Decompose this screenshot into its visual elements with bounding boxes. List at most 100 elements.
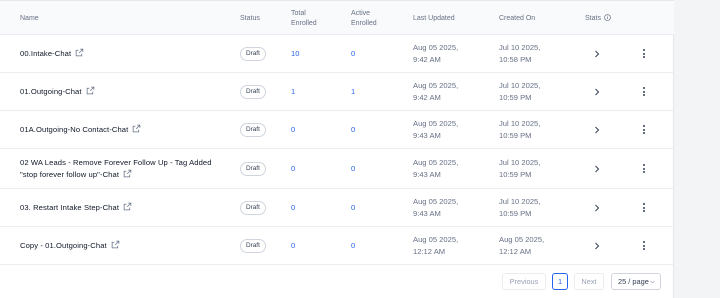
workflow-name-link[interactable]: 02 WA Leads - Remove Forever Follow Up -… — [20, 157, 212, 181]
last-updated-date: Aug 05 2025, — [413, 235, 459, 244]
active-enrolled-value[interactable]: 0 — [351, 163, 355, 175]
active-enrolled-value[interactable]: 0 — [351, 124, 355, 136]
external-link-icon[interactable] — [75, 48, 84, 57]
active-enrolled-value[interactable]: 1 — [351, 86, 355, 98]
header-status[interactable]: Status — [240, 14, 260, 24]
workflow-name-link[interactable]: Copy - 01.Outgoing-Chat — [20, 240, 120, 252]
previous-page-button[interactable]: Previous — [502, 273, 546, 290]
created-on-date: Jul 10 2025, — [499, 81, 541, 90]
workflow-name: Copy - 01.Outgoing-Chat — [20, 241, 107, 250]
last-updated-value: Aug 05 2025, 9:42 AM — [413, 42, 458, 66]
created-on-value: Jul 10 2025, 10:59 PM — [499, 196, 540, 220]
external-link-icon[interactable] — [86, 86, 95, 95]
more-vertical-icon[interactable] — [642, 203, 646, 213]
chevron-right-icon[interactable] — [594, 165, 600, 173]
total-enrolled-value[interactable]: 0 — [291, 240, 295, 252]
header-last-updated[interactable]: Last Updated — [413, 14, 455, 24]
created-on-time: 10:58 PM — [499, 55, 532, 64]
more-vertical-icon[interactable] — [642, 241, 646, 251]
next-page-button[interactable]: Next — [574, 273, 604, 290]
created-on-time: 12:12 AM — [499, 247, 532, 256]
more-vertical-icon[interactable] — [642, 49, 646, 59]
chevron-right-icon[interactable] — [594, 50, 600, 58]
last-updated-time: 9:43 AM — [413, 170, 441, 179]
last-updated-time: 12:12 AM — [413, 247, 446, 256]
header-created-on[interactable]: Created On — [499, 14, 535, 24]
workflow-name-line2: "stop forever follow up"-Chat — [20, 170, 120, 179]
active-enrolled-value[interactable]: 0 — [351, 240, 355, 252]
last-updated-date: Aug 05 2025, — [413, 43, 459, 52]
chevron-right-icon[interactable] — [594, 126, 600, 134]
active-enrolled-value[interactable]: 0 — [351, 202, 355, 214]
table-row[interactable]: 01A.Outgoing-No Contact-Chat Draft 0 0 Aug 0… — [0, 111, 674, 149]
more-vertical-icon[interactable] — [642, 164, 646, 174]
external-link-icon[interactable] — [123, 202, 132, 211]
last-updated-date: Aug 05 2025, — [413, 197, 459, 206]
created-on-value: Jul 10 2025, 10:59 PM — [499, 157, 540, 181]
created-on-time: 10:59 PM — [499, 131, 532, 140]
total-enrolled-value[interactable]: 1 — [291, 86, 295, 98]
last-updated-time: 9:42 AM — [413, 93, 441, 102]
last-updated-time: 9:43 AM — [413, 131, 441, 140]
created-on-date: Jul 10 2025, — [499, 43, 541, 52]
workflows-table-card: Name Status Total Enrolled Active Enroll… — [0, 0, 674, 298]
active-enrolled-value[interactable]: 0 — [351, 48, 355, 60]
chevron-right-icon[interactable] — [594, 204, 600, 212]
external-link-icon[interactable] — [123, 169, 132, 178]
status-badge: Draft — [240, 123, 266, 137]
header-total-enrolled-line1: Total — [291, 10, 306, 17]
workflow-name-link[interactable]: 03. Restart Intake Step-Chat — [20, 202, 132, 214]
info-icon[interactable] — [604, 14, 611, 21]
status-badge: Draft — [240, 201, 266, 215]
last-updated-date: Aug 05 2025, — [413, 81, 459, 90]
table-row[interactable]: 02 WA Leads - Remove Forever Follow Up -… — [0, 149, 674, 189]
total-enrolled-value[interactable]: 0 — [291, 202, 295, 214]
workflow-name: 01.Outgoing-Chat — [20, 87, 82, 96]
created-on-value: Jul 10 2025, 10:58 PM — [499, 42, 540, 66]
header-total-enrolled[interactable]: Total Enrolled — [291, 9, 317, 29]
table-row[interactable]: 01.Outgoing-Chat Draft 1 1 Aug 05 2025, 9:42 … — [0, 73, 674, 111]
table-row[interactable]: Copy - 01.Outgoing-Chat Draft 0 0 Aug 05 202… — [0, 227, 674, 265]
header-stats: Stats — [585, 14, 611, 24]
more-vertical-icon[interactable] — [642, 87, 646, 97]
workflow-name-link[interactable]: 00.Intake-Chat — [20, 48, 84, 60]
created-on-date: Aug 05 2025, — [499, 235, 545, 244]
workflow-name: 03. Restart Intake Step-Chat — [20, 203, 120, 212]
last-updated-date: Aug 05 2025, — [413, 158, 459, 167]
last-updated-value: Aug 05 2025, 9:42 AM — [413, 80, 458, 104]
header-name[interactable]: Name — [20, 14, 39, 24]
workflow-name: 01A.Outgoing-No Contact-Chat — [20, 125, 129, 134]
header-stats-label: Stats — [585, 15, 601, 22]
chevron-right-icon[interactable] — [594, 242, 600, 250]
status-badge: Draft — [240, 47, 266, 61]
workflow-name-link[interactable]: 01.Outgoing-Chat — [20, 86, 95, 98]
header-active-enrolled[interactable]: Active Enrolled — [351, 9, 377, 29]
last-updated-value: Aug 05 2025, 12:12 AM — [413, 234, 458, 258]
table-row[interactable]: 00.Intake-Chat Draft 10 0 Aug 05 2025, 9:42 A… — [0, 35, 674, 73]
chevron-down-icon — [650, 280, 655, 284]
created-on-date: Jul 10 2025, — [499, 119, 541, 128]
more-vertical-icon[interactable] — [642, 125, 646, 135]
status-badge: Draft — [240, 239, 266, 253]
created-on-value: Jul 10 2025, 10:59 PM — [499, 80, 540, 104]
external-link-icon[interactable] — [111, 240, 120, 249]
last-updated-value: Aug 05 2025, 9:43 AM — [413, 157, 458, 181]
created-on-value: Jul 10 2025, 10:59 PM — [499, 118, 540, 142]
page-size-value: 25 / page — [618, 277, 649, 286]
total-enrolled-value[interactable]: 0 — [291, 163, 295, 175]
table-row[interactable]: 03. Restart Intake Step-Chat Draft 0 0 Aug 0… — [0, 189, 674, 227]
total-enrolled-value[interactable]: 10 — [291, 48, 299, 60]
page-1-button[interactable]: 1 — [552, 273, 568, 290]
created-on-date: Jul 10 2025, — [499, 197, 541, 206]
created-on-time: 10:59 PM — [499, 170, 532, 179]
total-enrolled-value[interactable]: 0 — [291, 124, 295, 136]
last-updated-date: Aug 05 2025, — [413, 119, 459, 128]
created-on-time: 10:59 PM — [499, 93, 532, 102]
external-link-icon[interactable] — [132, 124, 141, 133]
status-badge: Draft — [240, 162, 266, 176]
chevron-right-icon[interactable] — [594, 88, 600, 96]
last-updated-value: Aug 05 2025, 9:43 AM — [413, 118, 458, 142]
status-badge: Draft — [240, 85, 266, 99]
page-size-select[interactable]: 25 / page — [611, 273, 661, 290]
workflow-name-link[interactable]: 01A.Outgoing-No Contact-Chat — [20, 124, 141, 136]
